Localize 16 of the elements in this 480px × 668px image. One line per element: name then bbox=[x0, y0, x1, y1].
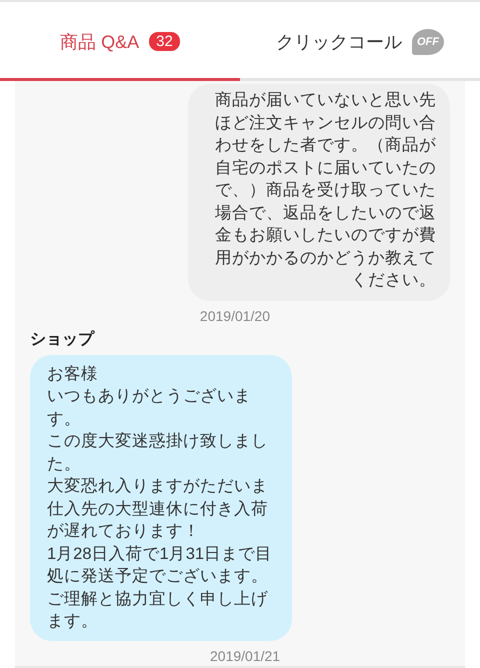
message-paragraph: 大変恐れ入りますがただいま仕入先の大型連休に付き入荷が遅れております！ bbox=[47, 476, 269, 542]
message-date: 2019/01/20 bbox=[200, 308, 270, 324]
off-speech-bubble: OFF bbox=[412, 28, 444, 54]
message-date: 2019/01/21 bbox=[210, 648, 280, 664]
message-paragraph: いつもありがとうございます。 bbox=[47, 386, 252, 430]
count-badge: 32 bbox=[149, 32, 180, 51]
message-paragraph: 1月28日入荷で1月31日まで目処に発送予定でございます。 bbox=[47, 544, 274, 587]
tab-label: クリックコール bbox=[276, 30, 402, 54]
tab[interactable]: 商品 Q&A 32 bbox=[0, 2, 240, 81]
message-bubble: 商品が届いていないと思い先ほど注文キャンセルの問い合わせをした者です。（商品が自宅のポストに届いていたので、）商品を受け取っていた場合で、返品をしたいので返金もお願いしたいのですが費用がかかるのかどうか教えてください。 bbox=[188, 84, 450, 300]
tab-label: 商品 Q&A bbox=[60, 30, 140, 54]
message-paragraph: この度大変迷惑掛け致しました。 bbox=[47, 431, 269, 474]
tab[interactable]: クリックコール OFF bbox=[240, 2, 480, 81]
sender-name: ショップ bbox=[30, 329, 94, 350]
message-paragraph: お客様 bbox=[47, 364, 99, 384]
message-paragraph: ご理解と協力宜しく申し上げます。 bbox=[47, 588, 269, 632]
